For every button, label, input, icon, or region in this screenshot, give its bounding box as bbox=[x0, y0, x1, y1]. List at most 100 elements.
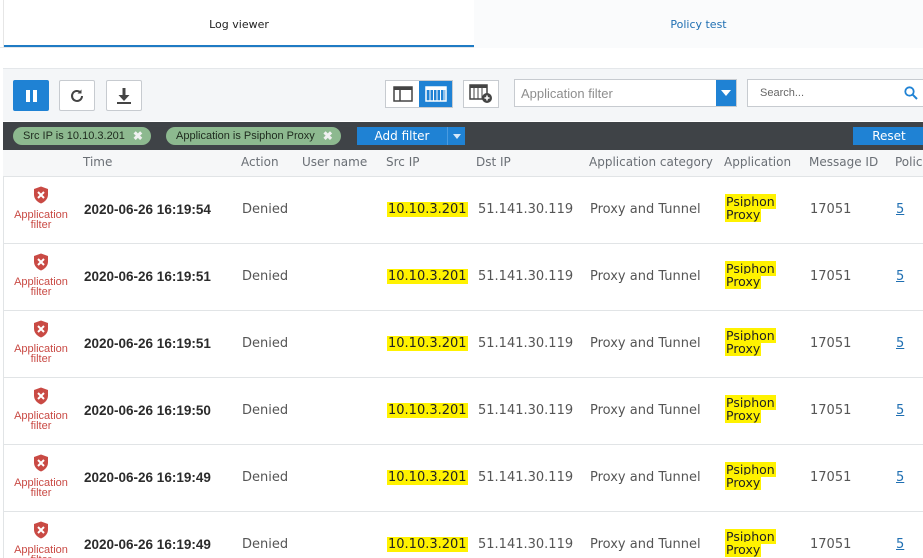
table-header: Time Action User name Src IP Dst IP Appl… bbox=[3, 150, 923, 177]
cell-dst-ip: 51.141.30.119 bbox=[478, 403, 574, 418]
policy-link[interactable]: 5 bbox=[896, 336, 904, 351]
toolbar bbox=[3, 68, 923, 121]
policy-link[interactable]: 5 bbox=[896, 202, 904, 217]
policy-link[interactable]: 5 bbox=[896, 403, 904, 418]
filter-chip-label: Src IP is 10.10.3.201 bbox=[23, 130, 125, 142]
cell-dst-ip: 51.141.30.119 bbox=[478, 202, 574, 217]
policy-link[interactable]: 5 bbox=[896, 537, 904, 552]
highlight-match: 10.10.3.201 bbox=[387, 403, 468, 418]
log-type-label: Applicationfilter bbox=[6, 277, 76, 298]
detail-view-button[interactable] bbox=[386, 81, 419, 107]
cell-message-id: 17051 bbox=[810, 537, 852, 552]
shield-denied-icon bbox=[34, 186, 48, 204]
cell-action: Denied bbox=[242, 202, 289, 217]
column-settings-button[interactable] bbox=[463, 80, 499, 108]
log-type-label: Applicationfilter bbox=[6, 545, 76, 558]
add-filter-button[interactable]: Add filter bbox=[357, 127, 465, 145]
close-icon[interactable]: ✖ bbox=[323, 129, 333, 143]
cell-message-id: 17051 bbox=[810, 403, 852, 418]
cell-time: 2020-06-26 16:19:51 bbox=[84, 269, 211, 284]
cell-application: Psiphon Proxy bbox=[725, 328, 785, 356]
download-button[interactable] bbox=[106, 80, 142, 111]
chevron-down-icon[interactable] bbox=[716, 80, 736, 106]
cell-dst-ip: 51.141.30.119 bbox=[478, 336, 574, 351]
log-type-label: Applicationfilter bbox=[6, 411, 76, 432]
log-type-line: filter bbox=[30, 487, 52, 499]
cell-time: 2020-06-26 16:19:49 bbox=[84, 470, 211, 485]
cell-application-category: Proxy and Tunnel bbox=[590, 202, 701, 217]
highlight-match: 10.10.3.201 bbox=[387, 470, 468, 485]
reset-button[interactable]: Reset bbox=[853, 127, 923, 145]
log-type: Applicationfilter bbox=[6, 253, 76, 298]
table-row[interactable]: Application filter 2020-06-26 16:19:54 Deni… bbox=[3, 177, 923, 244]
cell-src-ip: 10.10.3.201 bbox=[387, 202, 468, 217]
view-toggle-group bbox=[385, 80, 453, 108]
cell-application-category: Proxy and Tunnel bbox=[590, 403, 701, 418]
policy-link[interactable]: 5 bbox=[896, 269, 904, 284]
highlight-match: 10.10.3.201 bbox=[387, 336, 468, 351]
close-icon[interactable]: ✖ bbox=[133, 129, 143, 143]
filter-chip-application[interactable]: Application is Psiphon Proxy ✖ bbox=[166, 127, 341, 145]
table-view-button[interactable] bbox=[419, 81, 452, 107]
column-header-dst-ip[interactable]: Dst IP bbox=[476, 155, 511, 169]
highlight-match: Proxy bbox=[725, 341, 762, 356]
column-header-action[interactable]: Action bbox=[241, 155, 279, 169]
filter-chip-label: Application is Psiphon Proxy bbox=[176, 130, 315, 142]
cell-action: Denied bbox=[242, 336, 289, 351]
pause-button[interactable] bbox=[13, 80, 49, 111]
log-type-label: Applicationfilter bbox=[6, 478, 76, 499]
highlight-match: 10.10.3.201 bbox=[387, 269, 468, 284]
cell-application: Psiphon Proxy bbox=[725, 261, 785, 289]
highlight-match: Proxy bbox=[725, 475, 762, 490]
highlight-match: Proxy bbox=[725, 207, 762, 222]
search-input[interactable] bbox=[748, 80, 898, 106]
column-header-src-ip[interactable]: Src IP bbox=[386, 155, 419, 169]
cell-dst-ip: 51.141.30.119 bbox=[478, 470, 574, 485]
column-header-application-category[interactable]: Application category bbox=[589, 155, 713, 169]
cell-action: Denied bbox=[242, 269, 289, 284]
highlight-match: Proxy bbox=[725, 408, 762, 423]
table-row[interactable]: Applicationfilter 2020-06-26 16:19:49 Deni… bbox=[3, 445, 923, 512]
cell-action: Denied bbox=[242, 470, 289, 485]
download-icon bbox=[117, 87, 131, 104]
application-filter-select[interactable] bbox=[514, 79, 737, 107]
tab-log-viewer[interactable]: Log viewer bbox=[3, 0, 474, 48]
log-type-line: filter bbox=[30, 420, 52, 432]
shield-denied-icon bbox=[34, 454, 48, 472]
table-row[interactable]: Application filter 2020-06-26 16:19:51 Deni… bbox=[3, 311, 923, 378]
table-row[interactable]: Application filter 2020-06-26 16:19:51 Deni… bbox=[3, 244, 923, 311]
table-row[interactable]: Applicationfilter 2020-06-26 16:19:49 Deni… bbox=[3, 512, 923, 558]
highlight-match: Proxy bbox=[725, 542, 762, 557]
cell-application: Psiphon Proxy bbox=[725, 529, 785, 557]
column-header-time[interactable]: Time bbox=[83, 155, 112, 169]
refresh-button[interactable] bbox=[59, 80, 95, 111]
cell-application-category: Proxy and Tunnel bbox=[590, 537, 701, 552]
cell-message-id: 17051 bbox=[810, 470, 852, 485]
cell-application-category: Proxy and Tunnel bbox=[590, 269, 701, 284]
chevron-down-icon[interactable] bbox=[447, 127, 465, 145]
search-icon[interactable] bbox=[904, 86, 918, 100]
column-header-user-name[interactable]: User name bbox=[302, 155, 367, 169]
table-row[interactable]: Application filter 2020-06-26 16:19:50 Deni… bbox=[3, 378, 923, 445]
tab-policy-test[interactable]: Policy test bbox=[474, 0, 923, 48]
cell-time: 2020-06-26 16:19:51 bbox=[84, 336, 211, 351]
application-filter-input[interactable] bbox=[515, 80, 715, 106]
policy-link[interactable]: 5 bbox=[896, 470, 904, 485]
column-header-policy[interactable]: Polic bbox=[895, 155, 922, 169]
cell-src-ip: 10.10.3.201 bbox=[387, 336, 468, 351]
log-type: Applicationfilter bbox=[6, 320, 76, 365]
highlight-match: 10.10.3.201 bbox=[387, 202, 468, 217]
log-type: Applicationfilter bbox=[6, 387, 76, 432]
log-type-label: Applicationfilter bbox=[6, 210, 76, 231]
log-type-label: Applicationfilter bbox=[6, 344, 76, 365]
cell-src-ip: 10.10.3.201 bbox=[387, 537, 468, 552]
highlight-match: Proxy bbox=[725, 274, 762, 289]
cell-application: Psiphon Proxy bbox=[725, 395, 785, 423]
log-type: Applicationfilter bbox=[6, 521, 76, 558]
filter-chip-src-ip[interactable]: Src IP is 10.10.3.201 ✖ bbox=[13, 127, 151, 145]
pause-icon bbox=[24, 89, 38, 102]
column-header-application[interactable]: Application bbox=[724, 155, 791, 169]
cell-application: Psiphon Proxy bbox=[725, 194, 785, 222]
column-header-message-id[interactable]: Message ID bbox=[809, 155, 878, 169]
cell-src-ip: 10.10.3.201 bbox=[387, 403, 468, 418]
